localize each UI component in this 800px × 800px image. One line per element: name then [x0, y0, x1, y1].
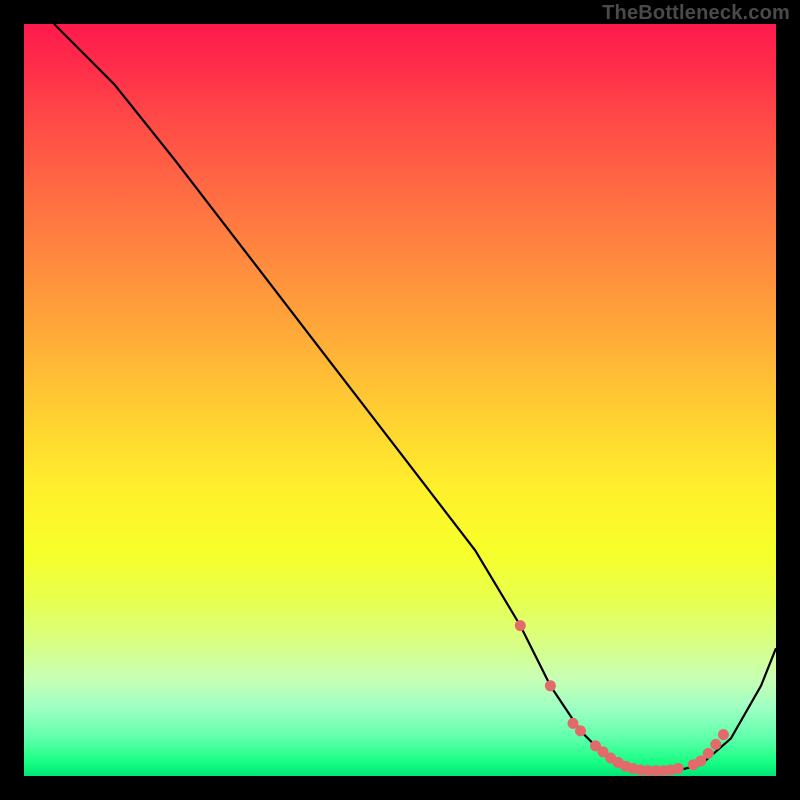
main-curve [54, 24, 776, 772]
marker-dot [568, 718, 578, 728]
marker-dot [673, 764, 683, 774]
marker-dot [711, 739, 721, 749]
chart-frame: TheBottleneck.com [0, 0, 800, 800]
marker-dot [703, 748, 713, 758]
marker-dot [718, 730, 728, 740]
watermark-text: TheBottleneck.com [602, 2, 790, 25]
chart-svg [24, 24, 776, 776]
marker-dots [515, 621, 728, 776]
marker-dot [515, 621, 525, 631]
marker-dot [696, 756, 706, 766]
marker-dot [545, 681, 555, 691]
marker-dot [576, 726, 586, 736]
plot-area [24, 24, 776, 776]
